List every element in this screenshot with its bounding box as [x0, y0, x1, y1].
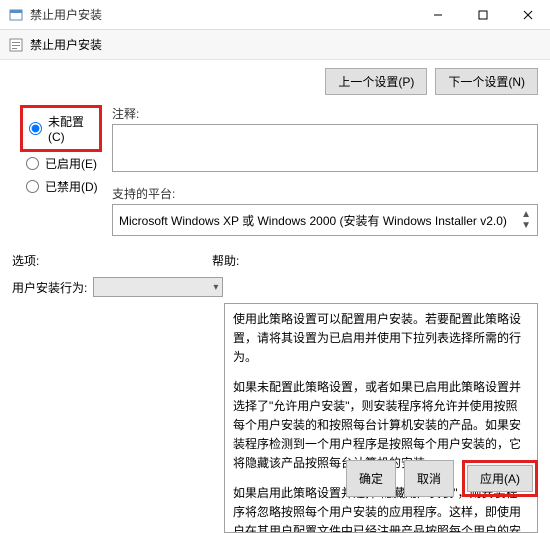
apply-button[interactable]: 应用(A) — [467, 465, 533, 492]
policy-title: 禁止用户安装 — [30, 36, 102, 53]
help-text-box[interactable]: 使用此策略设置可以配置用户安装。若要配置此策略设置，请将其设置为已启用并使用下拉… — [224, 303, 538, 533]
chevron-updown-icon[interactable]: ▲▼ — [521, 209, 531, 231]
help-label: 帮助: — [212, 252, 538, 269]
window-title: 禁止用户安装 — [30, 6, 415, 23]
radio-disabled-input[interactable] — [26, 180, 39, 193]
supported-platforms-field: Microsoft Windows XP 或 Windows 2000 (安装有… — [112, 204, 538, 236]
behavior-select[interactable]: ▾ — [93, 277, 223, 297]
radio-enabled[interactable]: 已启用(E) — [12, 152, 102, 175]
behavior-label: 用户安装行为: — [12, 279, 87, 296]
policy-icon — [8, 37, 24, 53]
options-label: 选项: — [12, 252, 212, 269]
comment-field[interactable] — [112, 124, 538, 172]
close-button[interactable] — [505, 0, 550, 29]
radio-not-configured[interactable]: 未配置(C) — [25, 110, 97, 147]
comment-label: 注释: — [112, 101, 538, 124]
radio-enabled-input[interactable] — [26, 157, 39, 170]
next-setting-button[interactable]: 下一个设置(N) — [435, 68, 538, 95]
cancel-button[interactable]: 取消 — [404, 460, 454, 497]
supported-label: 支持的平台: — [112, 181, 538, 204]
minimize-button[interactable] — [415, 0, 460, 29]
chevron-down-icon: ▾ — [213, 282, 218, 293]
prev-setting-button[interactable]: 上一个设置(P) — [325, 68, 427, 95]
maximize-button[interactable] — [460, 0, 505, 29]
app-icon — [8, 7, 24, 23]
radio-disabled[interactable]: 已禁用(D) — [12, 175, 102, 198]
ok-button[interactable]: 确定 — [346, 460, 396, 497]
radio-not-configured-input[interactable] — [29, 122, 42, 135]
